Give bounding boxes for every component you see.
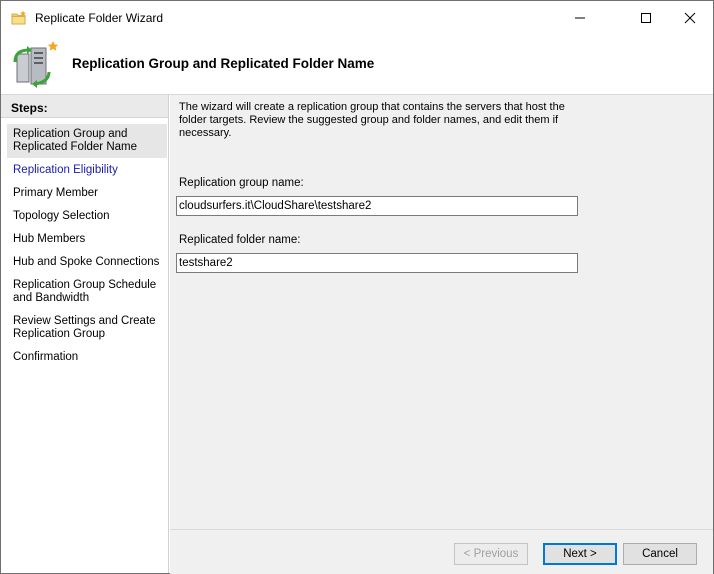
folder-replicate-app-icon (11, 10, 27, 26)
folder-name-input[interactable]: testshare2 (176, 253, 578, 273)
close-button[interactable] (667, 1, 713, 34)
minimize-icon (575, 17, 585, 19)
step-label: Hub and Spoke Connections (13, 256, 160, 268)
step-replication-eligibility[interactable]: Replication Eligibility (13, 164, 163, 177)
page-title: Replication Group and Replicated Folder … (72, 56, 375, 71)
maximize-icon (641, 13, 651, 23)
step-label-line2: Replicated Folder Name (13, 141, 138, 153)
title-bar[interactable]: Replicate Folder Wizard (1, 1, 713, 34)
window-title: Replicate Folder Wizard (35, 11, 164, 25)
steps-panel: Steps: Replication Group and Replicated … (1, 95, 169, 573)
close-icon (684, 12, 696, 24)
step-replication-group-name[interactable]: Replication Group and Replicated Folder … (7, 124, 167, 158)
step-hub-members[interactable]: Hub Members (13, 233, 163, 246)
group-name-label: Replication group name: (179, 177, 304, 189)
folder-name-label: Replicated folder name: (179, 234, 301, 246)
maximize-button[interactable] (623, 1, 669, 34)
step-label: Replication Group Schedule (13, 279, 157, 291)
intro-line-1: The wizard will create a replication gro… (179, 101, 565, 113)
step-label: Topology Selection (13, 210, 110, 222)
steps-heading-label: Steps: (11, 101, 48, 115)
next-button[interactable]: Next > (543, 543, 617, 565)
step-label: Review Settings and Create (13, 315, 156, 327)
step-label-line2: Replication Group (13, 328, 106, 340)
step-schedule-bandwidth[interactable]: Replication Group Schedule and Bandwidth (13, 279, 163, 305)
step-topology-selection[interactable]: Topology Selection (13, 210, 163, 223)
intro-line-2: folder targets. Review the suggested gro… (179, 114, 559, 126)
intro-line-3: necessary. (179, 127, 232, 139)
previous-button[interactable]: < Previous (454, 543, 528, 565)
step-primary-member[interactable]: Primary Member (13, 187, 163, 200)
step-label: Replication Eligibility (13, 164, 118, 176)
step-label: Confirmation (13, 351, 79, 363)
steps-heading: Steps: (1, 95, 168, 118)
replication-wizard-icon (11, 40, 61, 88)
step-review-settings[interactable]: Review Settings and Create Replication G… (13, 315, 163, 341)
step-label: Hub Members (13, 233, 86, 245)
intro-text: The wizard will create a replication gro… (179, 101, 579, 140)
step-confirmation[interactable]: Confirmation (13, 351, 163, 364)
step-label: Primary Member (13, 187, 98, 199)
step-label-line2: and Bandwidth (13, 292, 90, 304)
wizard-header: Replication Group and Replicated Folder … (1, 34, 713, 95)
minimize-button[interactable] (557, 1, 603, 34)
step-hub-spoke-connections[interactable]: Hub and Spoke Connections (13, 256, 163, 269)
group-name-input[interactable]: cloudsurfers.it\CloudShare\testshare2 (176, 196, 578, 216)
wizard-window: Replicate Folder Wizard Replication Grou… (0, 0, 714, 574)
cancel-button[interactable]: Cancel (623, 543, 697, 565)
step-label: Replication Group and (13, 128, 128, 140)
content-area: The wizard will create a replication gro… (170, 95, 713, 529)
button-bar: < Previous Next > Cancel (170, 529, 713, 574)
